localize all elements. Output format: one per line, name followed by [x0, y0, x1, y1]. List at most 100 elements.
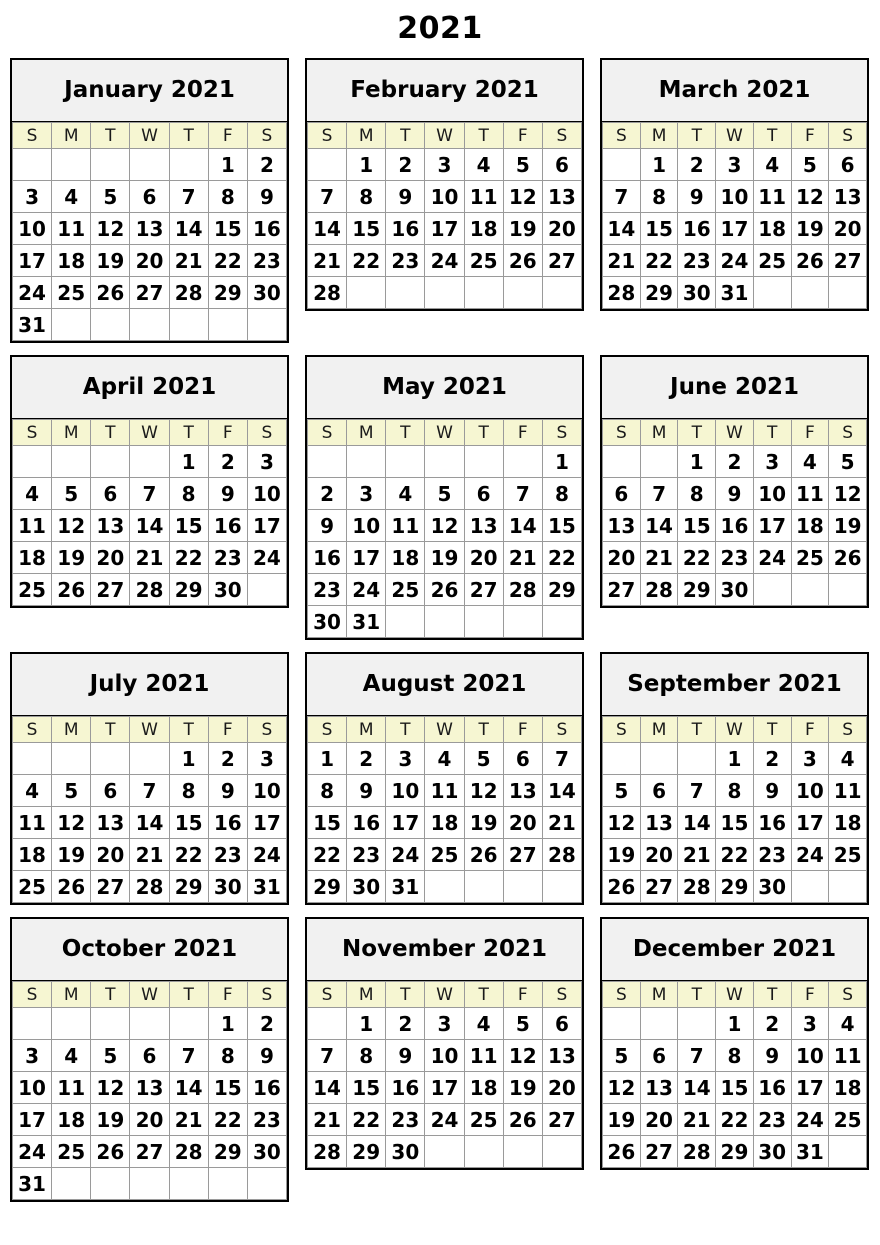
day-cell[interactable]: 21 [306, 244, 348, 277]
month-block[interactable]: April 2021 S M T W T F S 1 2 3 4 5 6 7 8 9 10 11 12 13 14 15 16… [10, 355, 289, 608]
day-cell[interactable]: 28 [168, 276, 209, 309]
day-cell[interactable]: 22 [306, 838, 348, 871]
day-cell[interactable]: 28 [639, 573, 679, 606]
day-cell[interactable]: 10 [424, 180, 465, 213]
day-cell[interactable]: 8 [207, 1039, 248, 1072]
day-cell[interactable]: 18 [385, 541, 426, 574]
month-block[interactable]: November 2021 S M T W T F S 1 2 3 4 5 6 7 8 9 10 11 12 13 14 1… [305, 917, 584, 1170]
day-cell[interactable]: 29 [715, 870, 754, 903]
day-cell[interactable]: 18 [11, 541, 53, 574]
day-cell[interactable]: 15 [306, 806, 348, 839]
day-cell[interactable]: 25 [51, 276, 92, 309]
day-cell[interactable]: 14 [306, 212, 348, 245]
day-cell[interactable]: 7 [306, 180, 348, 213]
month-block[interactable]: December 2021 S M T W T F S 1 2 3 4 5 6 7 8 9 10 11 12 13 14 1… [600, 917, 869, 1170]
day-cell[interactable]: 16 [207, 806, 248, 839]
day-cell[interactable]: 21 [129, 541, 170, 574]
day-cell[interactable]: 21 [602, 244, 641, 277]
day-cell[interactable]: 24 [346, 573, 387, 606]
day-cell[interactable]: 5 [602, 1039, 641, 1072]
day-cell[interactable]: 7 [168, 180, 209, 213]
month-block[interactable]: October 2021 S M T W T F S 1 2 3 4 5 6 7 8 9 10 11 12 13 14 15… [10, 917, 289, 1202]
day-cell[interactable]: 10 [246, 477, 288, 510]
day-cell[interactable]: 5 [90, 180, 131, 213]
day-cell[interactable]: 23 [246, 1103, 288, 1136]
day-cell[interactable]: 13 [541, 180, 583, 213]
day-cell[interactable]: 18 [11, 838, 53, 871]
day-cell[interactable]: 16 [346, 806, 387, 839]
day-cell[interactable]: 27 [541, 244, 583, 277]
day-cell[interactable]: 8 [207, 180, 248, 213]
day-cell[interactable]: 6 [828, 148, 867, 181]
day-cell[interactable]: 14 [168, 212, 209, 245]
day-cell[interactable]: 29 [207, 276, 248, 309]
day-cell[interactable]: 10 [385, 774, 426, 807]
day-cell[interactable]: 8 [168, 774, 209, 807]
day-cell[interactable]: 9 [752, 1039, 792, 1072]
day-cell[interactable]: 29 [168, 573, 209, 606]
day-cell[interactable]: 27 [602, 573, 641, 606]
day-cell[interactable]: 6 [639, 1039, 679, 1072]
day-cell[interactable]: 31 [11, 308, 53, 341]
day-cell[interactable]: 15 [168, 509, 209, 542]
day-cell[interactable]: 8 [541, 477, 583, 510]
day-cell[interactable]: 10 [752, 477, 792, 510]
day-cell[interactable]: 5 [502, 1007, 543, 1040]
day-cell[interactable]: 27 [90, 870, 131, 903]
day-cell[interactable]: 30 [346, 870, 387, 903]
day-cell[interactable]: 16 [385, 1071, 426, 1104]
day-cell[interactable]: 26 [463, 838, 504, 871]
day-cell[interactable]: 22 [639, 244, 679, 277]
day-cell[interactable]: 13 [463, 509, 504, 542]
day-cell[interactable]: 5 [90, 1039, 131, 1072]
day-cell[interactable]: 7 [639, 477, 679, 510]
day-cell[interactable]: 4 [828, 1007, 867, 1040]
day-cell[interactable]: 30 [715, 573, 754, 606]
day-cell[interactable]: 24 [385, 838, 426, 871]
day-cell[interactable]: 30 [752, 870, 792, 903]
day-cell[interactable]: 29 [715, 1135, 754, 1168]
day-cell[interactable]: 31 [346, 605, 387, 638]
day-cell[interactable]: 2 [246, 148, 288, 181]
day-cell[interactable]: 6 [90, 774, 131, 807]
day-cell[interactable]: 14 [602, 212, 641, 245]
day-cell[interactable]: 4 [385, 477, 426, 510]
day-cell[interactable]: 4 [51, 1039, 92, 1072]
day-cell[interactable]: 27 [639, 870, 679, 903]
day-cell[interactable]: 16 [246, 1071, 288, 1104]
day-cell[interactable]: 13 [90, 509, 131, 542]
day-cell[interactable]: 9 [246, 180, 288, 213]
day-cell[interactable]: 7 [502, 477, 543, 510]
day-cell[interactable]: 18 [752, 212, 792, 245]
day-cell[interactable]: 11 [51, 1071, 92, 1104]
day-cell[interactable]: 21 [306, 1103, 348, 1136]
day-cell[interactable]: 15 [639, 212, 679, 245]
day-cell[interactable]: 18 [51, 1103, 92, 1136]
day-cell[interactable]: 4 [11, 774, 53, 807]
day-cell[interactable]: 12 [90, 212, 131, 245]
day-cell[interactable]: 2 [207, 445, 248, 478]
month-block[interactable]: May 2021 S M T W T F S 1 2 3 4 5 6 7 8 9 10 11 12 13 14 15 16 17… [305, 355, 584, 640]
day-cell[interactable]: 30 [752, 1135, 792, 1168]
day-cell[interactable]: 17 [424, 212, 465, 245]
day-cell[interactable]: 12 [502, 1039, 543, 1072]
day-cell[interactable]: 21 [168, 244, 209, 277]
day-cell[interactable]: 22 [346, 244, 387, 277]
day-cell[interactable]: 12 [90, 1071, 131, 1104]
day-cell[interactable]: 11 [424, 774, 465, 807]
day-cell[interactable]: 20 [463, 541, 504, 574]
day-cell[interactable]: 13 [828, 180, 867, 213]
day-cell[interactable]: 26 [51, 573, 92, 606]
day-cell[interactable]: 11 [828, 1039, 867, 1072]
day-cell[interactable]: 26 [424, 573, 465, 606]
month-block[interactable]: July 2021 S M T W T F S 1 2 3 4 5 6 7 8 9 10 11 12 13 14 15 16 1… [10, 652, 289, 905]
day-cell[interactable]: 21 [129, 838, 170, 871]
day-cell[interactable]: 22 [168, 838, 209, 871]
day-cell[interactable]: 2 [752, 742, 792, 775]
day-cell[interactable]: 17 [11, 244, 53, 277]
day-cell[interactable]: 17 [715, 212, 754, 245]
day-cell[interactable]: 8 [346, 1039, 387, 1072]
day-cell[interactable]: 13 [129, 1071, 170, 1104]
day-cell[interactable]: 6 [602, 477, 641, 510]
day-cell[interactable]: 31 [246, 870, 288, 903]
